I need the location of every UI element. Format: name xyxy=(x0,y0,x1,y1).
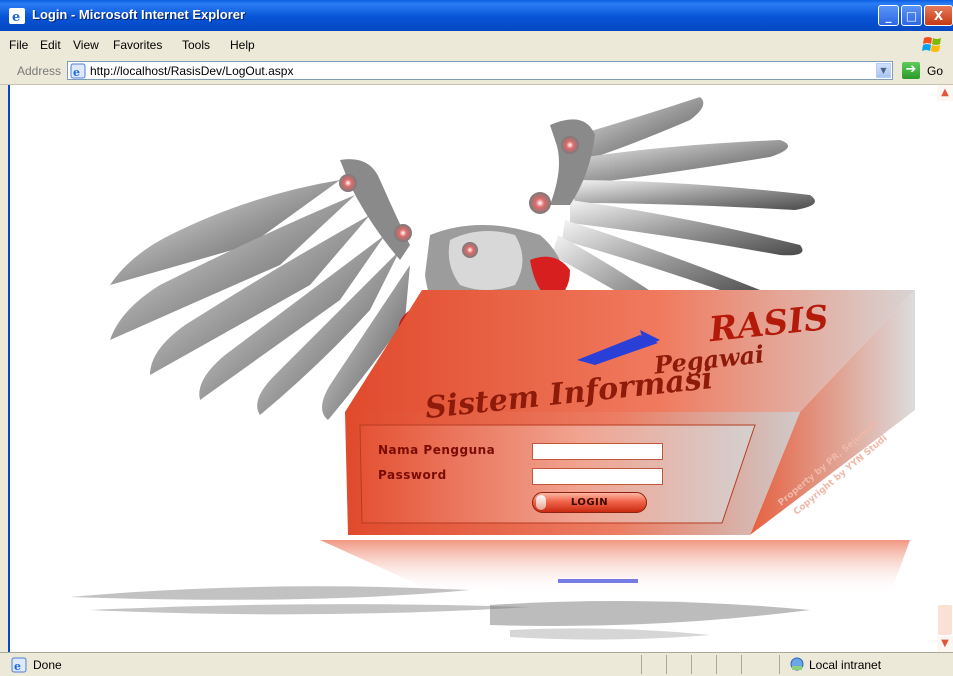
menu-view[interactable]: View xyxy=(73,38,99,52)
password-label: Password xyxy=(378,468,447,482)
address-url: http://localhost/RasisDev/LogOut.aspx xyxy=(90,64,294,78)
status-divider xyxy=(779,655,780,674)
username-label: Nama Pengguna xyxy=(378,443,496,457)
scroll-track[interactable] xyxy=(937,101,953,636)
window-title: Login - Microsoft Internet Explorer xyxy=(32,7,246,22)
ie-logo-icon: e xyxy=(9,8,25,25)
reflection-graphic xyxy=(70,540,910,640)
svg-text:e: e xyxy=(12,10,20,25)
maximize-button[interactable]: □ xyxy=(901,5,922,26)
address-dropdown-icon[interactable]: ▼ xyxy=(876,63,891,78)
vertical-scrollbar[interactable]: ▲ ▼ xyxy=(937,85,953,652)
scroll-down-icon[interactable]: ▼ xyxy=(937,636,953,652)
svg-text:e: e xyxy=(14,660,21,673)
status-divider xyxy=(641,655,642,674)
address-input[interactable]: e http://localhost/RasisDev/LogOut.aspx … xyxy=(67,61,893,80)
menu-help[interactable]: Help xyxy=(230,38,255,52)
status-divider xyxy=(716,655,717,674)
password-input[interactable] xyxy=(532,468,663,485)
menu-tools[interactable]: Tools xyxy=(182,38,210,52)
login-illustration: RASIS Pegawai Sistem Informasi Property … xyxy=(70,97,915,640)
browser-window: e Login - Microsoft Internet Explorer _ … xyxy=(0,0,953,676)
scroll-up-icon[interactable]: ▲ xyxy=(937,85,953,101)
menu-edit[interactable]: Edit xyxy=(40,38,61,52)
close-icon: X xyxy=(933,9,944,23)
close-button[interactable]: X xyxy=(924,5,953,26)
menu-bar: File Edit View Favorites Tools Help xyxy=(0,31,953,59)
maximize-icon: □ xyxy=(905,9,918,23)
windows-flag-icon xyxy=(922,37,941,52)
local-intranet-icon xyxy=(790,657,804,671)
status-bar: e Done Local intranet xyxy=(0,652,953,676)
status-text: Done xyxy=(33,658,62,672)
address-bar: Address e http://localhost/RasisDev/LogO… xyxy=(0,58,953,85)
scroll-thumb[interactable] xyxy=(938,605,952,635)
go-button[interactable]: Go xyxy=(927,64,943,78)
status-divider xyxy=(691,655,692,674)
menu-favorites[interactable]: Favorites xyxy=(113,38,162,52)
login-button[interactable]: LOGIN xyxy=(532,492,647,513)
button-cap-icon xyxy=(536,495,546,510)
page-content: RASIS Pegawai Sistem Informasi Property … xyxy=(8,85,939,652)
page-icon: e xyxy=(70,63,86,79)
title-bar: e Login - Microsoft Internet Explorer _ … xyxy=(0,0,953,31)
svg-text:e: e xyxy=(73,66,80,79)
status-divider xyxy=(666,655,667,674)
page-done-icon: e xyxy=(11,657,27,673)
login-button-label: LOGIN xyxy=(570,497,609,508)
status-divider xyxy=(741,655,742,674)
minimize-icon: _ xyxy=(885,9,892,23)
address-label: Address xyxy=(17,64,62,78)
go-arrow-icon[interactable]: ➔ xyxy=(902,62,920,79)
security-zone-text: Local intranet xyxy=(809,658,882,672)
minimize-button[interactable]: _ xyxy=(878,5,899,26)
username-input[interactable] xyxy=(532,443,663,460)
menu-file[interactable]: File xyxy=(9,38,28,52)
